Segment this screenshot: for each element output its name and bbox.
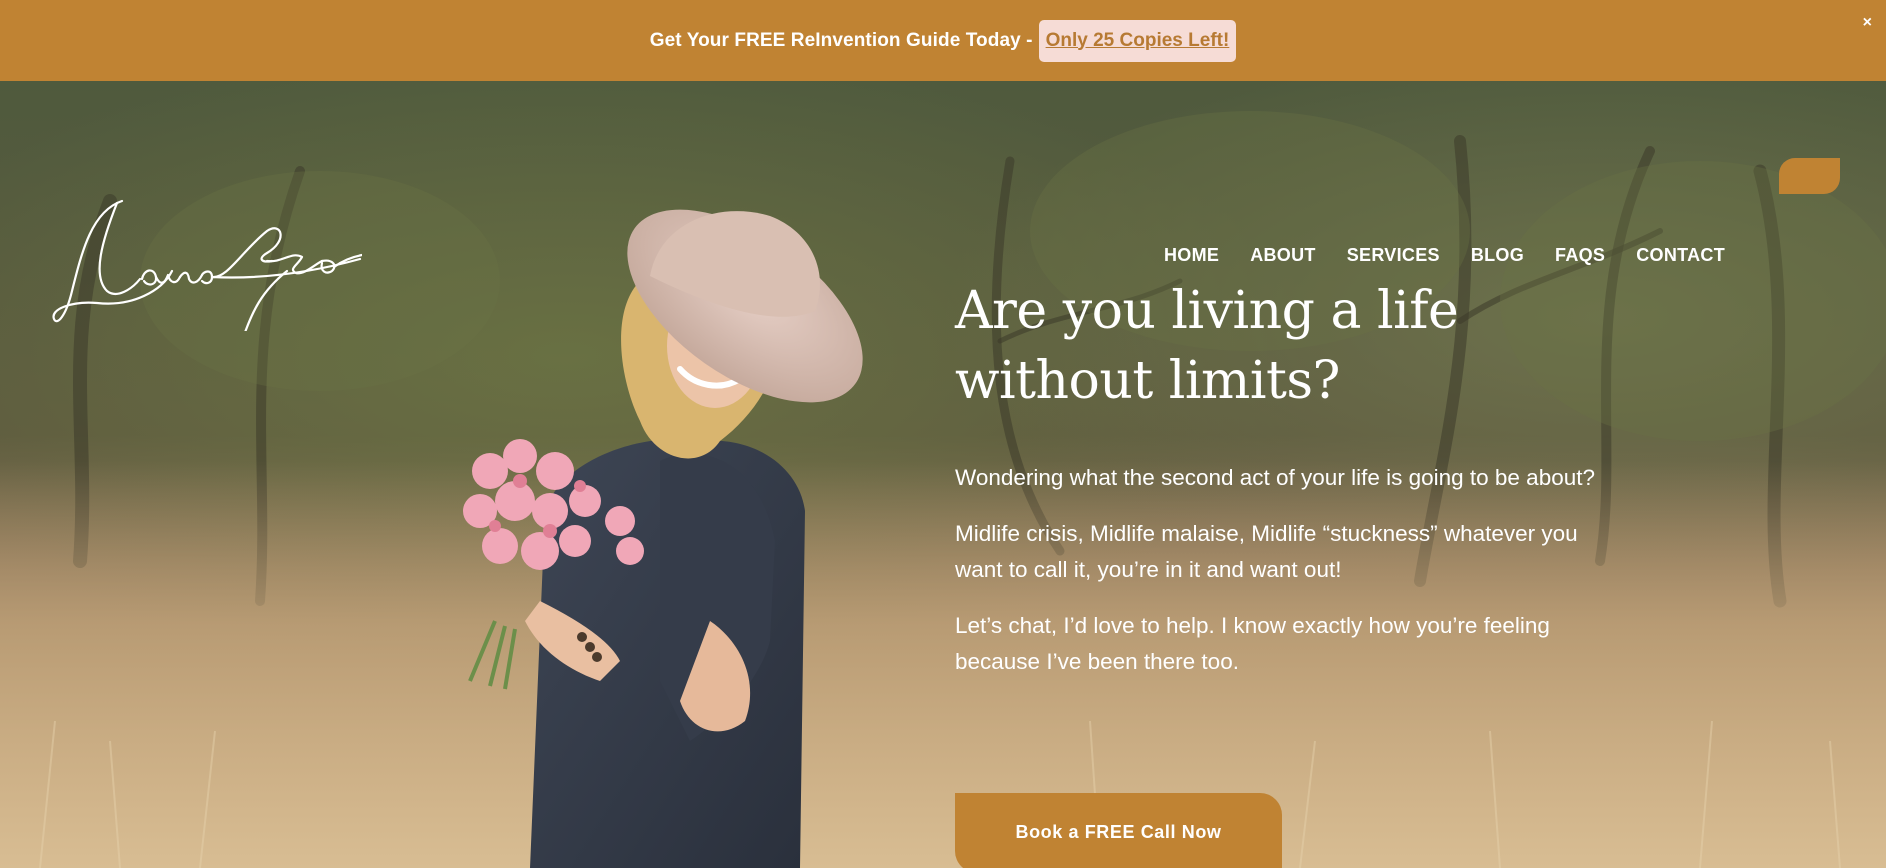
announcement-text: Get Your FREE ReInvention Guide Today - xyxy=(649,29,1033,51)
nav-item-contact[interactable]: CONTACT xyxy=(1636,245,1725,266)
site-logo[interactable] xyxy=(52,191,362,331)
hero-paragraph-3: Let’s chat, I’d love to help. I know exa… xyxy=(955,613,1550,674)
nav-item-services[interactable]: SERVICES xyxy=(1347,245,1440,266)
announcement-bar: Get Your FREE ReInvention Guide Today - … xyxy=(0,0,1886,81)
close-icon[interactable]: × xyxy=(1863,14,1872,32)
hero-headline: Are you living a life without limits? xyxy=(955,281,1459,411)
nav-accent-button[interactable] xyxy=(1779,158,1840,194)
hero-copy: Are you living a life without limits? Wo… xyxy=(955,276,1635,680)
book-call-button[interactable]: Book a FREE Call Now xyxy=(955,793,1282,868)
hero-paragraph-1: Wondering what the second act of your li… xyxy=(955,465,1595,490)
nav-item-faqs[interactable]: FAQS xyxy=(1555,245,1605,266)
hero-paragraph-2: Midlife crisis, Midlife malaise, Midlife… xyxy=(955,521,1578,582)
main-nav: HOME ABOUT SERVICES BLOG FAQS CONTACT xyxy=(1133,245,1725,266)
nav-item-about[interactable]: ABOUT xyxy=(1250,245,1316,266)
announcement-link[interactable]: Only 25 Copies Left! xyxy=(1038,19,1237,62)
nav-item-blog[interactable]: BLOG xyxy=(1471,245,1524,266)
nav-item-home[interactable]: HOME xyxy=(1164,245,1219,266)
